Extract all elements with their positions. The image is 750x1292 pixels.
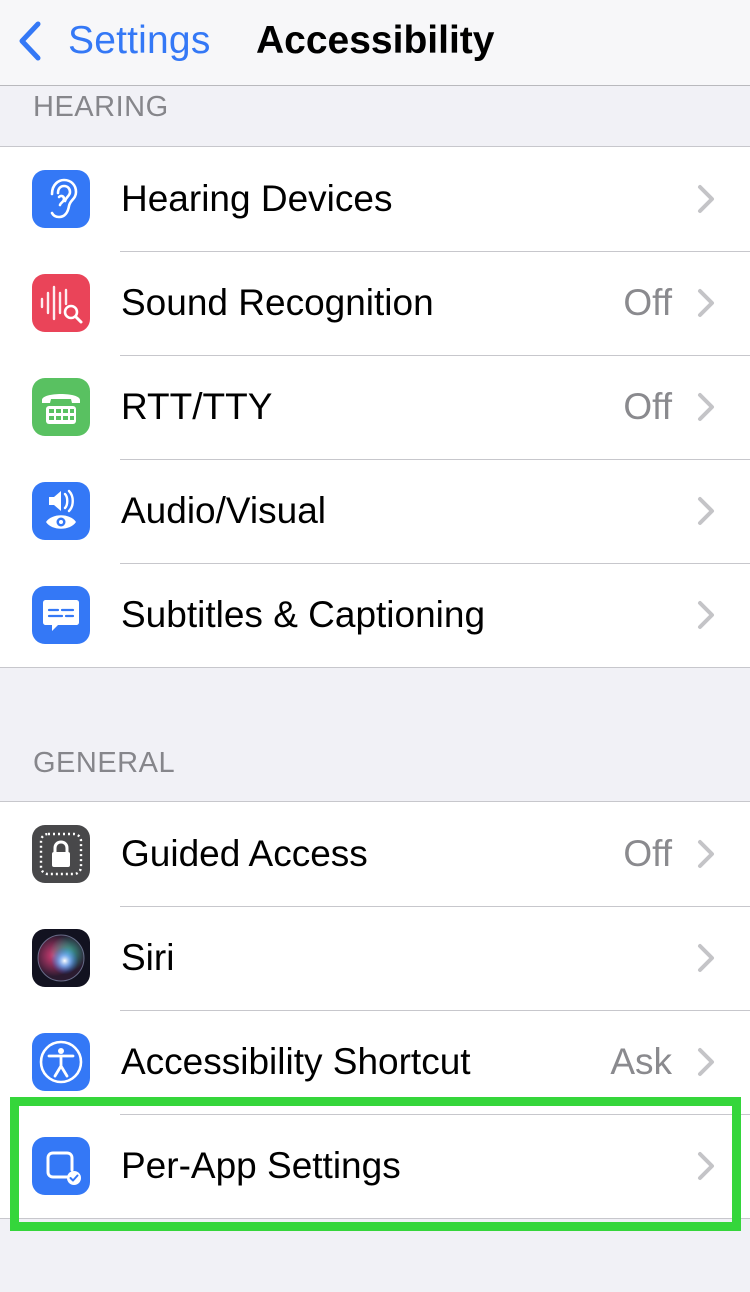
row-label: Hearing Devices [121, 178, 393, 219]
row-sound-recognition[interactable]: Sound Recognition Off [0, 251, 750, 355]
hearing-group: Hearing Devices Sound Recognition Off RT… [0, 146, 750, 668]
row-label: Subtitles & Captioning [121, 594, 486, 635]
waveform-search-icon [32, 274, 90, 332]
caption-bubble-icon [32, 586, 90, 644]
row-label: Guided Access [121, 833, 368, 874]
row-siri[interactable]: Siri [0, 906, 750, 1010]
chevron-right-icon [698, 601, 714, 629]
chevron-left-icon [19, 21, 41, 61]
siri-icon [32, 929, 90, 987]
section-header-general: GENERAL [33, 747, 176, 779]
chevron-right-icon [698, 1152, 714, 1180]
row-accessibility-shortcut[interactable]: Accessibility Shortcut Ask [0, 1010, 750, 1114]
chevron-right-icon [698, 1048, 714, 1076]
chevron-right-icon [698, 944, 714, 972]
row-label: Per-App Settings [121, 1145, 401, 1186]
chevron-right-icon [698, 840, 714, 868]
row-label: Siri [121, 937, 175, 978]
row-hearing-devices[interactable]: Hearing Devices [0, 147, 750, 251]
general-group: Guided Access Off Siri Accessibility Sho… [0, 801, 750, 1219]
row-rtt-tty[interactable]: RTT/TTY Off [0, 355, 750, 459]
row-per-app-settings[interactable]: Per-App Settings [0, 1114, 750, 1218]
back-button[interactable]: Settings [14, 16, 211, 66]
navigation-bar: Settings Accessibility [0, 0, 750, 86]
section-header-hearing: HEARING [33, 91, 169, 123]
row-label: Sound Recognition [121, 282, 434, 323]
chevron-right-icon [698, 497, 714, 525]
back-label: Settings [68, 19, 211, 62]
per-app-settings-icon [32, 1137, 90, 1195]
row-value: Off [623, 386, 672, 427]
row-label: RTT/TTY [121, 386, 273, 427]
page-title: Accessibility [256, 19, 495, 62]
row-guided-access[interactable]: Guided Access Off [0, 802, 750, 906]
row-value: Ask [610, 1041, 672, 1082]
guided-access-lock-icon [32, 825, 90, 883]
row-audio-visual[interactable]: Audio/Visual [0, 459, 750, 563]
ear-icon [32, 170, 90, 228]
accessibility-person-icon [32, 1033, 90, 1091]
tty-phone-icon [32, 378, 90, 436]
row-value: Off [623, 833, 672, 874]
row-subtitles-captioning[interactable]: Subtitles & Captioning [0, 563, 750, 667]
row-label: Audio/Visual [121, 490, 327, 531]
chevron-right-icon [698, 393, 714, 421]
row-label: Accessibility Shortcut [121, 1041, 471, 1082]
chevron-right-icon [698, 185, 714, 213]
row-value: Off [623, 282, 672, 323]
chevron-right-icon [698, 289, 714, 317]
speaker-eye-icon [32, 482, 90, 540]
